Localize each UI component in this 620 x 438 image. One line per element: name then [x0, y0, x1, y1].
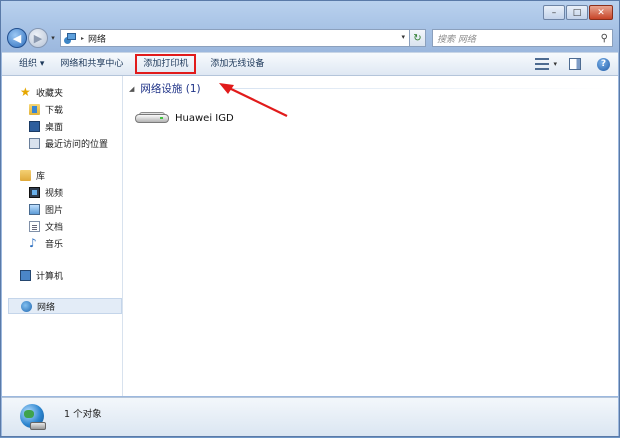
address-bar[interactable]: ▸ 网络 ▾	[60, 29, 410, 47]
downloads-folder-icon	[29, 103, 40, 115]
network-globe-icon	[18, 402, 48, 432]
recent-places-icon	[29, 137, 40, 149]
toolbar-right: ▾ ?	[535, 57, 618, 71]
documents-icon	[29, 220, 40, 232]
nav-libraries[interactable]: 库	[20, 167, 140, 183]
computer-icon	[20, 269, 31, 281]
star-icon: ★	[20, 84, 31, 99]
search-placeholder: 搜索 网络	[437, 34, 476, 45]
refresh-icon: ↻	[413, 32, 422, 44]
help-icon[interactable]: ?	[597, 57, 610, 71]
nav-label: 音乐	[45, 239, 64, 250]
back-button[interactable]: ◀	[7, 28, 27, 48]
recent-pages-dropdown[interactable]: ▾	[48, 34, 58, 42]
forward-arrow-icon: ▶	[33, 31, 43, 45]
organize-menu[interactable]: 组织 ▾	[2, 53, 52, 75]
nav-favorites[interactable]: ★ 收藏夹	[20, 84, 140, 100]
group-divider	[233, 88, 608, 89]
minimize-button[interactable]: –	[543, 5, 565, 20]
device-item[interactable]: Huawei IGD	[135, 112, 234, 124]
close-button[interactable]: ✕	[589, 5, 613, 20]
network-icon	[64, 32, 77, 44]
nav-label: 收藏夹	[36, 88, 64, 99]
videos-icon	[29, 186, 40, 198]
explorer-window: – □ ✕ ◀ ▶ ▾ ▸ 网络 ▾ ↻ 搜索 网络 ⚲ 组织 ▾ 网络和共享中…	[0, 0, 620, 437]
nav-computer[interactable]: 计算机	[20, 267, 140, 283]
library-icon	[20, 169, 31, 181]
nav-label: 文档	[45, 222, 64, 233]
network-sharing-center-button[interactable]: 网络和共享中心	[52, 53, 131, 75]
details-pane: 1 个对象	[2, 397, 618, 436]
collapse-triangle-icon[interactable]: ◢	[129, 85, 134, 93]
back-arrow-icon: ◀	[12, 31, 22, 45]
search-box[interactable]: 搜索 网络 ⚲	[432, 29, 613, 47]
breadcrumb-network[interactable]: 网络	[88, 32, 106, 45]
nav-label: 最近访问的位置	[45, 139, 109, 150]
breadcrumb-separator[interactable]: ▸	[81, 35, 84, 42]
nav-label: 桌面	[45, 122, 64, 133]
nav-network[interactable]: 网络	[8, 298, 122, 314]
view-options-icon[interactable]	[535, 58, 550, 70]
refresh-button[interactable]: ↻	[410, 29, 426, 47]
preview-pane-icon[interactable]	[569, 58, 581, 70]
group-header[interactable]: ◢ 网络设施 (1)	[129, 81, 201, 96]
item-count: 1 个对象	[64, 409, 102, 420]
navigation-pane: ★ 收藏夹 下载 桌面 最近访问的位置 库 视频 图片 文档 ♪ 音乐 计算机 …	[2, 76, 123, 396]
command-bar: 组织 ▾ 网络和共享中心 添加打印机 添加无线设备 ▾ ?	[2, 52, 618, 76]
address-dropdown-icon[interactable]: ▾	[401, 33, 405, 41]
view-dropdown-icon[interactable]: ▾	[553, 60, 557, 68]
group-title: 网络设施 (1)	[140, 83, 201, 95]
forward-button[interactable]: ▶	[28, 28, 48, 48]
maximize-button[interactable]: □	[566, 5, 588, 20]
device-label: Huawei IGD	[175, 112, 234, 124]
add-printer-button[interactable]: 添加打印机	[135, 54, 197, 74]
nav-label: 网络	[37, 302, 56, 313]
music-icon: ♪	[29, 235, 37, 250]
nav-label: 视频	[45, 188, 64, 199]
address-row: ◀ ▶ ▾ ▸ 网络 ▾ ↻ 搜索 网络 ⚲	[7, 27, 613, 49]
nav-label: 计算机	[36, 271, 64, 282]
nav-label: 库	[36, 171, 46, 182]
content-pane: ◢ 网络设施 (1) Huawei IGD	[123, 76, 618, 396]
search-icon[interactable]: ⚲	[601, 33, 608, 44]
nav-label: 下载	[45, 105, 64, 116]
router-icon	[135, 112, 169, 124]
network-icon	[21, 300, 32, 312]
caption-buttons: – □ ✕	[542, 5, 613, 20]
desktop-icon	[29, 120, 40, 132]
pictures-icon	[29, 203, 40, 215]
nav-label: 图片	[45, 205, 64, 216]
add-wireless-device-button[interactable]: 添加无线设备	[202, 53, 272, 75]
